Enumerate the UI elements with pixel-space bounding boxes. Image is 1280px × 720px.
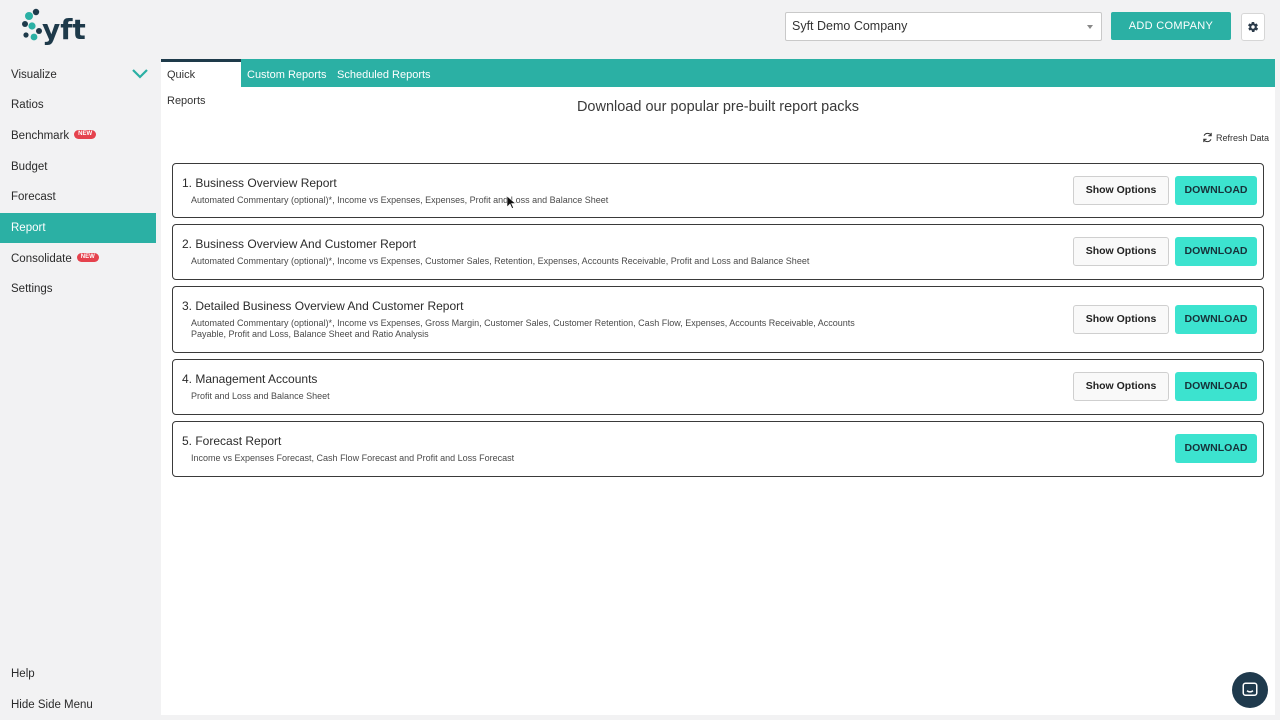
side-menu: Visualize Ratios Benchmark NEW Budget For… [0,60,156,720]
report-card: 5. Forecast Report Income vs Expenses Fo… [172,421,1264,477]
download-button[interactable]: DOWNLOAD [1175,237,1257,266]
sidebar-item-label: Forecast [11,191,56,203]
gear-icon [1248,22,1259,32]
top-bar: yft Syft Demo Company ADD COMPANY [0,0,1280,56]
hide-side-menu-link[interactable]: Hide Side Menu [0,690,156,720]
report-title: 3. Detailed Business Overview And Custom… [182,299,464,313]
page-heading: Download our popular pre-built report pa… [576,99,860,115]
show-options-button[interactable]: Show Options [1073,176,1169,205]
download-button[interactable]: DOWNLOAD [1175,372,1257,401]
report-description: Automated Commentary (optional)*, Income… [191,256,810,266]
caret-down-icon [1087,25,1093,29]
sidebar-item-consolidate[interactable]: Consolidate NEW [0,244,156,274]
sidebar-help-link[interactable]: Help [0,659,156,689]
sidebar-item-label: Consolidate [11,253,72,265]
new-badge: NEW [76,253,99,263]
report-description: Automated Commentary (optional)*, Income… [191,318,855,339]
report-description: Income vs Expenses Forecast, Cash Flow F… [191,453,515,463]
sidebar-item-forecast[interactable]: Forecast [0,182,156,212]
sidebar-item-label: Visualize [11,69,57,81]
report-title: 2. Business Overview And Customer Report [182,237,417,251]
sidebar-item-ratios[interactable]: Ratios [0,90,156,120]
chat-launcher-button[interactable] [1232,672,1268,708]
chevron-down-icon[interactable] [132,69,148,79]
report-card: 3. Detailed Business Overview And Custom… [172,286,1264,353]
sidebar-item-label: Budget [11,161,48,173]
sidebar-item-settings[interactable]: Settings [0,274,156,304]
report-title: 5. Forecast Report [182,434,282,448]
reports-panel: Quick Reports Custom Reports Scheduled R… [161,59,1275,715]
sidebar-item-label: Benchmark [11,130,70,142]
sidebar-item-budget[interactable]: Budget [0,152,156,182]
tab-scheduled-reports[interactable]: Scheduled Reports [331,59,437,87]
help-label: Help [11,668,35,680]
report-tabs: Quick Reports Custom Reports Scheduled R… [161,59,1275,107]
report-description: Automated Commentary (optional)*, Income… [191,195,609,205]
new-badge: NEW [74,130,97,140]
refresh-icon [1203,132,1212,143]
download-button[interactable]: DOWNLOAD [1175,176,1257,205]
sidebar-item-label: Ratios [11,99,44,111]
show-options-button[interactable]: Show Options [1073,237,1169,266]
mouse-cursor-icon [507,196,516,209]
sidebar-item-label: Report [11,222,46,234]
report-card: 2. Business Overview And Customer Report… [172,224,1264,280]
refresh-label: Refresh Data [1215,132,1269,143]
report-title: 4. Management Accounts [182,372,318,386]
refresh-data-button[interactable]: Refresh Data [1202,132,1269,143]
company-select-value: Syft Demo Company [792,19,908,33]
add-company-button[interactable]: ADD COMPANY [1111,12,1231,40]
chat-icon [1242,682,1258,696]
report-description: Profit and Loss and Balance Sheet [191,391,330,401]
sidebar-item-report[interactable]: Report [0,213,156,243]
report-title: 1. Business Overview Report [182,176,337,190]
sidebar-item-benchmark[interactable]: Benchmark NEW [0,121,156,151]
tab-custom-reports[interactable]: Custom Reports [241,59,332,87]
show-options-button[interactable]: Show Options [1073,305,1169,334]
report-card: 4. Management Accounts Profit and Loss a… [172,359,1264,415]
report-card: 1. Business Overview Report Automated Co… [172,163,1264,218]
company-select[interactable]: Syft Demo Company [785,12,1102,41]
download-button[interactable]: DOWNLOAD [1175,305,1257,334]
tab-quick-reports[interactable]: Quick Reports [161,59,241,107]
sidebar-item-label: Settings [11,283,53,295]
show-options-button[interactable]: Show Options [1073,372,1169,401]
hide-side-menu-label: Hide Side Menu [11,699,93,711]
syft-logo[interactable]: yft [20,6,88,50]
settings-button[interactable] [1241,13,1265,41]
svg-text:yft: yft [42,13,86,46]
sidebar-item-visualize[interactable]: Visualize [0,60,156,90]
download-button[interactable]: DOWNLOAD [1175,434,1257,463]
